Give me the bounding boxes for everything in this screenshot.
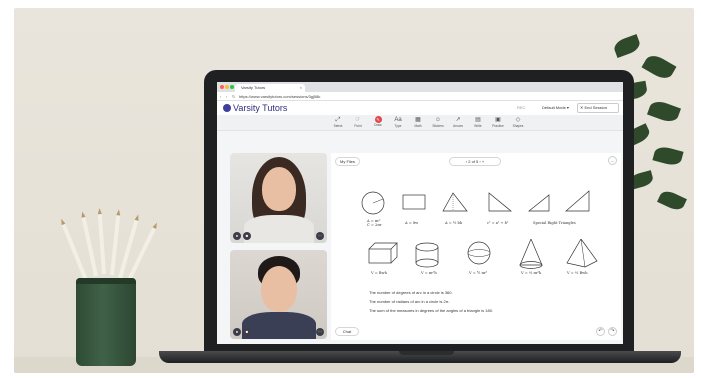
fact-line-2: The number of radians of arc in a circle… [369,299,450,304]
draw-icon: ✎ [374,116,382,123]
tool-label: Point [354,124,362,128]
cylinder-formula: V = πr²h [421,271,437,275]
browser-tab[interactable]: Varsity Tutors × [235,84,305,92]
tool-label: Draw [374,123,382,127]
tool-label: Math [414,124,422,128]
tool-point[interactable]: ☞ Point [350,116,366,130]
fact-line-1: The number of degrees of arc in a circle… [369,290,453,295]
undo-icon[interactable]: ↶ [596,327,605,336]
tool-type[interactable]: Aa Type [390,116,406,130]
mic-icon[interactable]: ● [233,328,241,336]
whiteboard-toolbar: ⤢ Select ☞ Point ✎ Draw Aa Type ▦ Math ☺ Stick… [217,115,623,131]
browser-tab-bar: Varsity Tutors × [217,82,623,92]
tool-label: Select [333,124,343,128]
my-files-button[interactable]: My Files [335,157,360,166]
special-triangles-label: Special Right Triangles [533,221,576,225]
pythagorean-formula: c² = a² + b² [487,221,509,225]
back-icon[interactable]: ‹ [220,93,221,100]
select-icon: ⤢ [335,117,341,123]
tool-shapes[interactable]: ◇ Shapes [510,116,526,130]
brand-name: Varsity Tutors [233,103,288,113]
url-text[interactable]: https://www.varsitytutors.com/sessions/3… [239,93,320,100]
tool-arrows[interactable]: ↗ Arrows [450,116,466,130]
tool-label: Write [474,124,482,128]
tab-title: Varsity Tutors [241,85,266,90]
close-window-dot[interactable] [220,85,224,89]
logo-icon [223,104,231,112]
fact-line-3: The sum of the measures in degrees of th… [369,308,494,313]
practice-icon: ▣ [495,117,501,123]
board-more-icon[interactable]: … [608,156,617,165]
minimize-window-dot[interactable] [225,85,229,89]
tool-label: Type [394,124,402,128]
point-icon: ☞ [355,117,361,123]
chat-button[interactable]: Chat [335,327,359,336]
tool-label: Arrows [453,124,463,128]
sticker-icon: ☺ [434,117,442,123]
circle-formula: A = πr² C = 2πr [367,219,382,227]
photo-background: Varsity Tutors × ‹ › ↻ https://www.varsi… [14,8,694,373]
tool-select[interactable]: ⤢ Select [330,116,346,130]
forward-icon[interactable]: › [226,93,227,100]
end-session-button[interactable]: ✕ End Session [577,103,619,113]
tool-draw[interactable]: ✎ Draw [370,116,386,130]
maximize-window-dot[interactable] [230,85,234,89]
laptop-screen: Varsity Tutors × ‹ › ↻ https://www.varsi… [217,82,623,344]
pyramid-formula: V = ⅓ Bwh [567,271,588,275]
type-icon: Aa [394,117,402,123]
tool-write[interactable]: ▤ Write [470,116,486,130]
tab-close-icon[interactable]: × [300,84,302,92]
camera-icon[interactable]: ■ [243,328,251,336]
tool-practice[interactable]: ▣ Practice [490,116,506,130]
page-navigator[interactable]: ‹ 2 of 5 › + [449,157,501,166]
app-header: Varsity Tutors REC Default Mode ▾ ✕ End … [217,101,623,115]
whiteboard[interactable]: My Files ‹ 2 of 5 › + … A = πr² C = 2πr … [331,153,621,340]
video-more-icon[interactable]: ⋯ [316,328,324,336]
cone-formula: V = ⅓ πr²h [521,271,542,275]
prism-formula: V = Bwh [371,271,387,275]
mode-dropdown[interactable]: Default Mode ▾ [542,104,569,112]
video-tile-tutor: ● ■ ⋯ [230,153,327,243]
laptop-notch [399,351,454,355]
shapes-icon: ◇ [515,117,521,123]
math-icon: ▦ [415,117,421,123]
write-icon: ▤ [475,117,481,123]
camera-icon[interactable]: ■ [243,232,251,240]
tool-label: Stickers [432,124,444,128]
tool-label: Practice [492,124,504,128]
triangle-formula: A = ½ bh [445,221,463,225]
video-tile-student: ● ■ ⋯ [230,250,327,339]
reload-icon[interactable]: ↻ [232,93,235,100]
record-indicator[interactable]: REC [517,104,525,112]
tool-math[interactable]: ▦ Math [410,116,426,130]
tool-label: Shapes [512,124,524,128]
address-bar[interactable]: ‹ › ↻ https://www.varsitytutors.com/sess… [217,92,623,101]
tool-stickers[interactable]: ☺ Stickers [430,116,446,130]
mic-icon[interactable]: ● [233,232,241,240]
arrow-icon: ↗ [455,117,461,123]
rectangle-formula: A = 8w [405,221,419,225]
sphere-formula: V = ⁴⁄₃ πr³ [469,271,488,275]
redo-icon[interactable]: ↷ [608,327,617,336]
video-more-icon[interactable]: ⋯ [316,232,324,240]
